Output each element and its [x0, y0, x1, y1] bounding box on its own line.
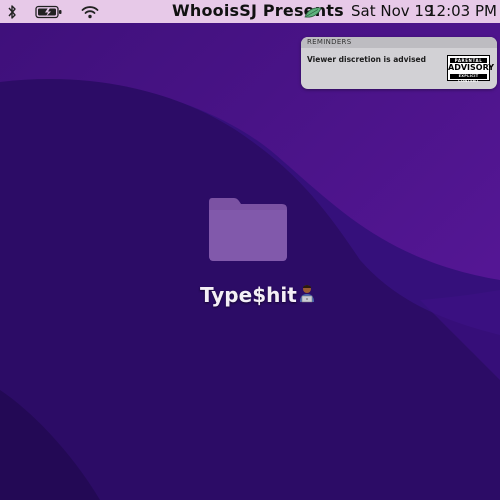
advisory-bottom-text: EXPLICIT CONTENT	[450, 74, 487, 83]
bluetooth-icon[interactable]	[7, 2, 17, 21]
battery-charging-icon[interactable]	[35, 2, 63, 21]
wifi-icon[interactable]	[81, 2, 99, 21]
folder-icon[interactable]	[208, 196, 288, 262]
menu-bar: WhooisSJ Presents Sat Nov 19 12:03 PM	[0, 0, 500, 23]
technologist-emoji-icon	[298, 283, 316, 303]
folder-label[interactable]: Type$hit	[200, 283, 297, 307]
notification-message: Viewer discretion is advised	[307, 55, 427, 64]
parental-advisory-badge: PARENTAL ADVISORY EXPLICIT CONTENT	[447, 55, 495, 83]
advisory-middle-text: ADVISORY	[448, 63, 495, 72]
notification-header: REMINDERS	[301, 37, 497, 48]
reminder-notification[interactable]: REMINDERS Viewer discretion is advised P…	[301, 37, 497, 89]
desktop: WhooisSJ Presents Sat Nov 19 12:03 PM RE…	[0, 0, 500, 500]
menu-bar-clock[interactable]: 12:03 PM	[427, 2, 497, 20]
menu-bar-date[interactable]: Sat Nov 19	[351, 2, 434, 20]
notification-app-name: REMINDERS	[307, 38, 352, 46]
leaf-icon	[304, 5, 322, 18]
